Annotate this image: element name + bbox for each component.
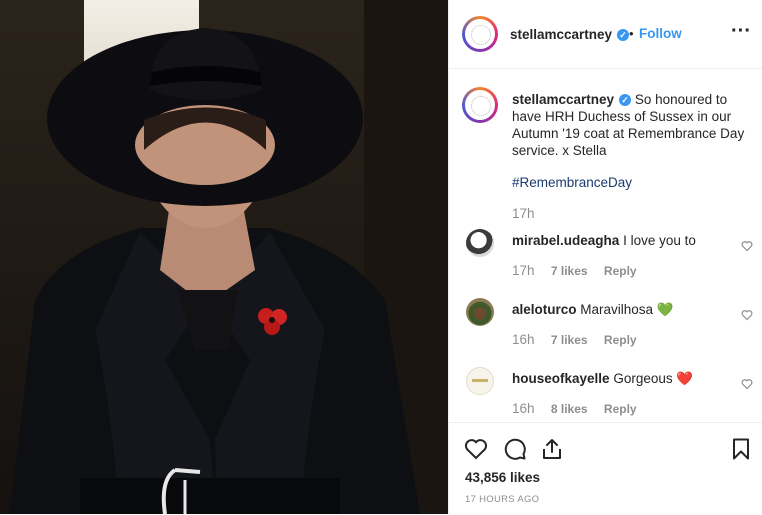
commenter-avatar[interactable]	[466, 367, 494, 395]
comment-text: Gorgeous	[613, 371, 673, 386]
comment-item: aleloturco Maravilhosa 💚 16h 7 likes Rep…	[449, 296, 762, 356]
comment-username[interactable]: mirabel.udeagha	[512, 233, 619, 248]
header-username-row: stellamccartney ✓	[510, 26, 630, 44]
profile-avatar[interactable]	[462, 16, 498, 52]
commenter-avatar[interactable]	[466, 298, 494, 326]
comment-body: aleloturco Maravilhosa 💚	[512, 302, 674, 318]
like-comment-heart-icon[interactable]	[741, 309, 753, 321]
follow-button[interactable]: Follow	[639, 26, 682, 41]
comment-likes[interactable]: 8 likes	[551, 402, 588, 416]
comment-time: 16h	[512, 401, 535, 416]
bookmark-icon[interactable]	[729, 437, 753, 461]
like-comment-heart-icon[interactable]	[741, 378, 753, 390]
comment-username[interactable]: aleloturco	[512, 302, 577, 317]
post-header: stellamccartney ✓ • Follow ···	[449, 0, 762, 69]
post-sidebar: stellamccartney ✓ • Follow ··· stellamcca…	[448, 0, 762, 514]
comment-text: I love you to	[623, 233, 696, 248]
caption: stellamccartney ✓ So honoured to have HRH…	[512, 91, 754, 159]
post-actions: 43,856 likes 17 HOURS AGO	[449, 422, 762, 515]
comment-meta: 16h 8 likes Reply	[512, 401, 637, 416]
comments-area[interactable]: stellamccartney ✓ So honoured to have HRH…	[449, 69, 762, 422]
verified-badge-icon: ✓	[617, 28, 630, 41]
red-heart-emoji: ❤️	[676, 371, 694, 386]
commenter-avatar[interactable]	[466, 229, 494, 257]
comment-text: Maravilhosa	[580, 302, 654, 317]
caption-time: 17h	[512, 206, 535, 221]
comment-item: mirabel.udeagha I love you to 17h 7 like…	[449, 227, 762, 287]
comment-body: houseofkayelle Gorgeous ❤️	[512, 371, 693, 387]
comment-likes[interactable]: 7 likes	[551, 264, 588, 278]
comment-username[interactable]: houseofkayelle	[512, 371, 610, 386]
comment-meta: 16h 7 likes Reply	[512, 332, 637, 347]
header-username[interactable]: stellamccartney	[510, 27, 612, 42]
more-options-icon[interactable]: ···	[731, 20, 751, 43]
comment-time: 17h	[512, 263, 535, 278]
caption-avatar[interactable]	[462, 87, 498, 123]
comment-item: houseofkayelle Gorgeous ❤️ 16h 8 likes R…	[449, 365, 762, 425]
reply-button[interactable]: Reply	[604, 333, 637, 347]
post-likes-count[interactable]: 43,856 likes	[465, 470, 540, 485]
header-separator: •	[629, 26, 634, 41]
comment-bubble-icon[interactable]	[503, 437, 527, 461]
comment-likes[interactable]: 7 likes	[551, 333, 588, 347]
reply-button[interactable]: Reply	[604, 402, 637, 416]
comment-body: mirabel.udeagha I love you to	[512, 233, 696, 248]
verified-badge-icon: ✓	[619, 94, 632, 107]
share-upload-icon[interactable]	[540, 437, 564, 461]
hashtag-link[interactable]: #RemembranceDay	[512, 175, 632, 190]
comment-time: 16h	[512, 332, 535, 347]
like-heart-icon[interactable]	[464, 437, 488, 461]
post-photo[interactable]	[0, 0, 448, 514]
post-timestamp: 17 HOURS AGO	[465, 494, 540, 505]
duchess-figure	[10, 28, 420, 514]
caption-username[interactable]: stellamccartney	[512, 92, 614, 107]
reply-button[interactable]: Reply	[604, 264, 637, 278]
green-heart-emoji: 💚	[656, 302, 674, 317]
like-comment-heart-icon[interactable]	[741, 240, 753, 252]
instagram-post: stellamccartney ✓ • Follow ··· stellamcca…	[0, 0, 762, 514]
comment-meta: 17h 7 likes Reply	[512, 263, 637, 278]
